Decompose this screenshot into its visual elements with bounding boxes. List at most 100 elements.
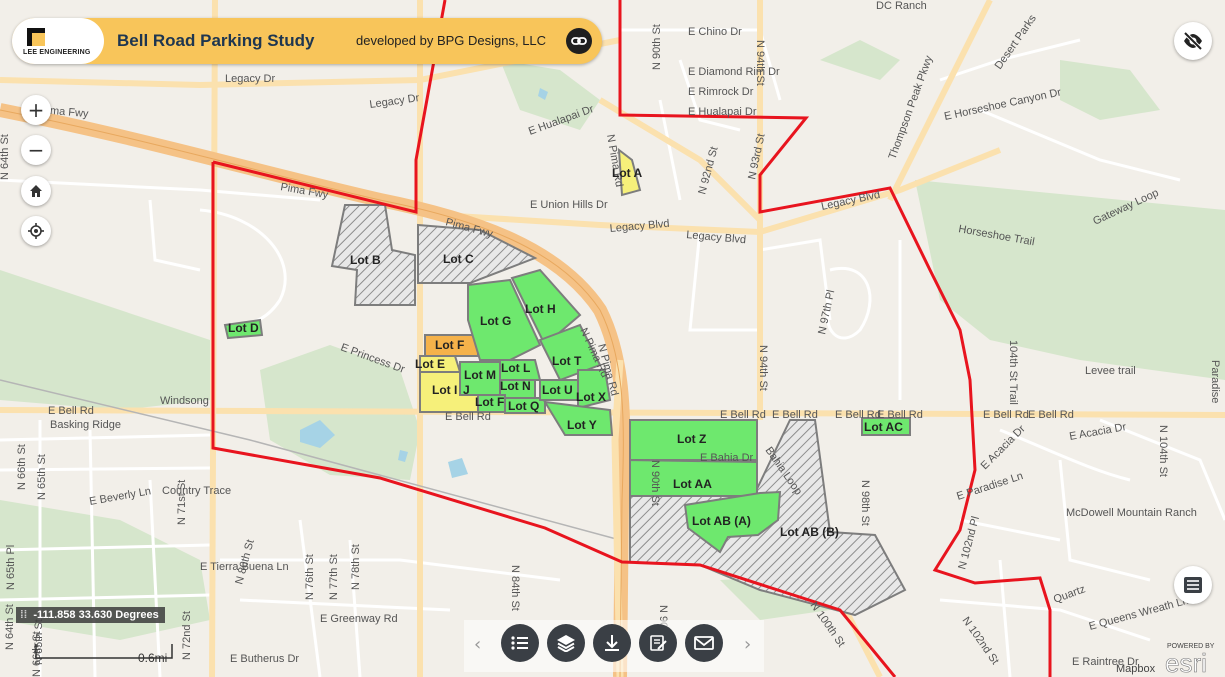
- street-label: E Bell Rd: [720, 409, 766, 421]
- lot-label: Lot B: [350, 253, 381, 267]
- esri-text: esri: [1165, 648, 1207, 676]
- street-label: N 78th St: [350, 544, 362, 590]
- toolbar-next-button[interactable]: ›: [744, 634, 751, 655]
- street-label: N 66th St: [16, 444, 28, 490]
- app-header: LEE ENGINEERING Bell Road Parking Study …: [12, 18, 602, 64]
- lot-label: Lot A: [612, 166, 643, 180]
- lot-label: Lot AA: [673, 477, 712, 491]
- lot-label: Lot N: [500, 379, 531, 393]
- lot-label: J: [463, 383, 470, 397]
- lot-label: Lot G: [480, 314, 511, 328]
- scale-label: 0.6mi: [138, 651, 168, 665]
- coordinate-readout: ⁞⁞ -111.858 33.630 Degrees: [16, 607, 165, 623]
- street-label: 104th St Trail: [1007, 340, 1019, 405]
- lot-label: Lot C: [443, 252, 474, 266]
- legend-button[interactable]: [1174, 566, 1212, 604]
- lot-label: Lot F: [435, 338, 464, 352]
- download-icon: [605, 635, 619, 651]
- home-button[interactable]: [21, 176, 51, 206]
- link-icon: [571, 37, 587, 45]
- link-button[interactable]: [566, 28, 592, 54]
- lot-label: Lot D: [228, 321, 259, 335]
- locate-button[interactable]: [21, 216, 51, 246]
- street-label: N 94th St: [757, 345, 769, 391]
- toolbar-download-button[interactable]: [593, 624, 631, 662]
- esri-logo: POWERED BY esri: [1165, 643, 1215, 676]
- eye-off-icon: [1183, 31, 1203, 51]
- list-icon: [1184, 577, 1202, 593]
- street-label: Paradise: [1209, 360, 1221, 403]
- lot-label: Lot Q: [508, 399, 539, 413]
- lot-label: Lot H: [525, 302, 556, 316]
- locate-icon: [28, 223, 44, 239]
- layers-icon: [557, 635, 575, 652]
- street-label: N 90th St: [651, 24, 663, 70]
- logo-mark-icon: [27, 28, 45, 46]
- toolbar-layers-button[interactable]: [547, 624, 585, 662]
- lot-label: Lot AB (B): [780, 525, 839, 539]
- toolbar-mail-button[interactable]: [685, 624, 723, 662]
- street-label: N 64th St: [4, 604, 16, 650]
- street-label: E Bell Rd: [772, 409, 818, 421]
- lot-label: Lot Z: [677, 432, 706, 446]
- street-label: N 77th St: [328, 554, 340, 600]
- street-label: E Chino Dr: [688, 26, 742, 38]
- basemap[interactable]: DC Ranch E Chino Dr N 94th St N 90th St E Di…: [0, 0, 1225, 677]
- zoom-out-button[interactable]: −: [21, 135, 51, 165]
- app-title: Bell Road Parking Study: [117, 31, 315, 50]
- lot-label: Lot I: [432, 383, 457, 397]
- toolbar-list-button[interactable]: [501, 624, 539, 662]
- street-label: E Union Hills Dr: [530, 199, 608, 211]
- lot-label: Lot AB (A): [692, 514, 751, 528]
- lot-label: Lot E: [415, 357, 445, 371]
- lot-label: Lot U: [542, 383, 573, 397]
- zoom-in-button[interactable]: +: [21, 95, 51, 125]
- street-label: Country Trace: [162, 485, 231, 497]
- street-label: Basking Ridge: [50, 419, 121, 431]
- toggle-visibility-button[interactable]: [1174, 22, 1212, 60]
- street-label: E Hualapai Dr: [688, 106, 757, 118]
- home-icon: [30, 185, 42, 197]
- drag-grip-icon: ⁞⁞: [20, 609, 28, 621]
- street-label: N 76th St: [304, 554, 316, 600]
- lot-label: Lot AC: [864, 420, 903, 434]
- list-icon: [511, 636, 528, 650]
- lot-label: Lot F: [475, 395, 504, 409]
- street-label: N 98th St: [859, 480, 871, 526]
- lot-label: Lot X: [576, 390, 606, 404]
- street-label: McDowell Mountain Ranch: [1066, 507, 1197, 519]
- street-label: E Bell Rd: [48, 405, 94, 417]
- street-label: N 84th St: [509, 565, 521, 611]
- street-label: Windsong: [160, 395, 209, 407]
- street-label: E Bell Rd: [445, 411, 491, 423]
- street-label: N 104th St: [1157, 425, 1169, 477]
- mail-icon: [694, 636, 714, 650]
- street-label: E Butherus Dr: [230, 653, 299, 665]
- street-label: N 64th St: [0, 134, 11, 180]
- street-label: DC Ranch: [876, 0, 927, 12]
- lot-label: Lot T: [552, 354, 582, 368]
- toolbar-edit-button[interactable]: [639, 624, 677, 662]
- app-subtitle: developed by BPG Designs, LLC: [356, 33, 547, 48]
- street-label: N 94th St: [754, 40, 766, 86]
- street-label: N 71st St: [176, 480, 188, 525]
- logo-text: LEE ENGINEERING: [23, 49, 91, 56]
- street-label: E Bell Rd: [1028, 409, 1074, 421]
- lot-label: Lot Y: [567, 418, 597, 432]
- mapbox-attribution: Mapbox: [1116, 663, 1156, 675]
- lee-engineering-logo: LEE ENGINEERING: [12, 18, 104, 64]
- street-label: N 65th Pl: [5, 545, 17, 590]
- street-label: Legacy Dr: [225, 73, 275, 85]
- street-label: Levee trail: [1085, 365, 1136, 377]
- street-label: E Bell Rd: [983, 409, 1029, 421]
- street-label: N 90th St: [649, 460, 661, 506]
- coordinate-text: -111.858 33.630 Degrees: [33, 609, 159, 621]
- street-label: E Bahia Dr: [700, 452, 754, 464]
- toolbar-prev-button[interactable]: ‹: [474, 634, 481, 655]
- street-label: E Greenway Rd: [320, 613, 398, 625]
- edit-icon: [650, 635, 667, 651]
- street-label: N 65th St: [36, 454, 48, 500]
- street-label: E Diamond Rim Dr: [688, 66, 780, 78]
- street-label: N 72nd St: [181, 611, 193, 660]
- street-label: E Rimrock Dr: [688, 86, 754, 98]
